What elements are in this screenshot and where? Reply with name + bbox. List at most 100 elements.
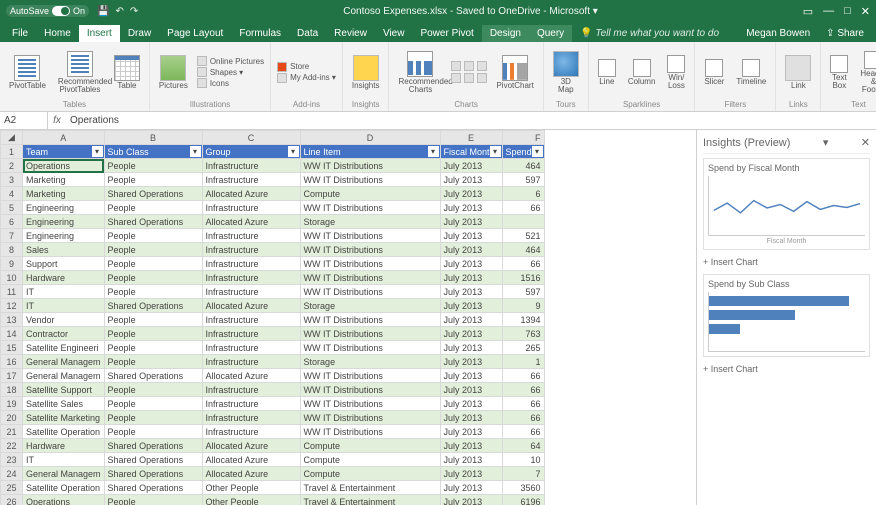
cell[interactable]: People	[104, 313, 202, 327]
cell[interactable]: 597	[502, 173, 544, 187]
cell[interactable]: Hardware	[23, 271, 105, 285]
timeline-button[interactable]: Timeline	[733, 57, 769, 88]
cell[interactable]: WW IT Distributions	[300, 159, 440, 173]
col-header-F[interactable]: F	[502, 131, 544, 145]
cell[interactable]: Compute	[300, 453, 440, 467]
table-row[interactable]: 3MarketingPeopleInfrastructureWW IT Dist…	[1, 173, 545, 187]
user-account[interactable]: Megan Bowen	[738, 25, 818, 42]
cell[interactable]: 763	[502, 327, 544, 341]
header-fiscalmonth[interactable]: Fiscal Month▾	[440, 145, 502, 159]
maximize-icon[interactable]: □	[844, 5, 851, 18]
cell[interactable]: Infrastructure	[202, 397, 300, 411]
cell[interactable]: Shared Operations	[104, 215, 202, 229]
cell[interactable]: Infrastructure	[202, 201, 300, 215]
cell[interactable]: July 2013	[440, 341, 502, 355]
cell[interactable]: People	[104, 229, 202, 243]
cell[interactable]: General Managem	[23, 467, 105, 481]
row-header-1[interactable]: 1	[1, 145, 23, 159]
cell[interactable]: 66	[502, 425, 544, 439]
cell[interactable]: Allocated Azure	[202, 369, 300, 383]
cell[interactable]: WW IT Distributions	[300, 425, 440, 439]
row-header[interactable]: 22	[1, 439, 23, 453]
cell[interactable]: Marketing	[23, 187, 105, 201]
row-header[interactable]: 6	[1, 215, 23, 229]
cell[interactable]: 1	[502, 355, 544, 369]
cell[interactable]: Other People	[202, 495, 300, 505]
store-button[interactable]: Store	[277, 62, 336, 72]
row-header[interactable]: 4	[1, 187, 23, 201]
table-row[interactable]: 10HardwarePeopleInfrastructureWW IT Dist…	[1, 271, 545, 285]
sparkline-line-button[interactable]: Line	[595, 57, 619, 88]
redo-icon[interactable]: ↷	[130, 6, 138, 17]
row-header[interactable]: 2	[1, 159, 23, 173]
table-row[interactable]: 21Satellite OperationPeopleInfrastructur…	[1, 425, 545, 439]
cell[interactable]: WW IT Distributions	[300, 271, 440, 285]
cell[interactable]: July 2013	[440, 313, 502, 327]
cell[interactable]: WW IT Distributions	[300, 201, 440, 215]
cell[interactable]: July 2013	[440, 285, 502, 299]
cell[interactable]: WW IT Distributions	[300, 383, 440, 397]
slicer-button[interactable]: Slicer	[701, 57, 727, 88]
cell[interactable]: Compute	[300, 187, 440, 201]
cell[interactable]: Compute	[300, 439, 440, 453]
row-header[interactable]: 14	[1, 327, 23, 341]
col-header-C[interactable]: C	[202, 131, 300, 145]
cell[interactable]: Engineering	[23, 201, 105, 215]
row-header[interactable]: 15	[1, 341, 23, 355]
cell[interactable]: July 2013	[440, 187, 502, 201]
pictures-button[interactable]: Pictures	[156, 53, 191, 92]
row-header[interactable]: 10	[1, 271, 23, 285]
cell[interactable]: July 2013	[440, 453, 502, 467]
cell[interactable]: 9	[502, 299, 544, 313]
cell[interactable]: Storage	[300, 355, 440, 369]
cell[interactable]: Operations	[23, 495, 105, 505]
cell[interactable]: Engineering	[23, 215, 105, 229]
cell[interactable]: Shared Operations	[104, 187, 202, 201]
cell[interactable]: People	[104, 243, 202, 257]
cell[interactable]: Shared Operations	[104, 467, 202, 481]
tab-formulas[interactable]: Formulas	[231, 25, 289, 42]
insights-button[interactable]: Insights	[349, 53, 383, 92]
cell[interactable]: Infrastructure	[202, 411, 300, 425]
tab-draw[interactable]: Draw	[120, 25, 159, 42]
online-pictures-button[interactable]: Online Pictures	[197, 56, 264, 66]
cell[interactable]: WW IT Distributions	[300, 397, 440, 411]
cell[interactable]: People	[104, 383, 202, 397]
cell[interactable]: Other People	[202, 481, 300, 495]
cell[interactable]: 597	[502, 285, 544, 299]
undo-icon[interactable]: ↶	[116, 6, 124, 17]
cell[interactable]: Shared Operations	[104, 369, 202, 383]
cell[interactable]: General Managem	[23, 369, 105, 383]
cell[interactable]: People	[104, 425, 202, 439]
cell[interactable]: 66	[502, 397, 544, 411]
row-header[interactable]: 8	[1, 243, 23, 257]
cell[interactable]: Allocated Azure	[202, 453, 300, 467]
row-header[interactable]: 3	[1, 173, 23, 187]
cell[interactable]: WW IT Distributions	[300, 257, 440, 271]
tab-pagelayout[interactable]: Page Layout	[159, 25, 231, 42]
table-row[interactable]: 16General ManagemPeopleInfrastructureSto…	[1, 355, 545, 369]
cell[interactable]: Satellite Operation	[23, 425, 105, 439]
table-row[interactable]: 4MarketingShared OperationsAllocated Azu…	[1, 187, 545, 201]
tellme-search[interactable]: Tell me what you want to do	[572, 25, 738, 42]
cell[interactable]: Infrastructure	[202, 313, 300, 327]
sparkline-column-button[interactable]: Column	[625, 57, 659, 88]
cell[interactable]: Shared Operations	[104, 299, 202, 313]
cell[interactable]: Compute	[300, 467, 440, 481]
tab-query[interactable]: Query	[529, 25, 572, 42]
cell[interactable]: Satellite Marketing	[23, 411, 105, 425]
select-all[interactable]: ◢	[1, 131, 23, 145]
cell[interactable]: Infrastructure	[202, 341, 300, 355]
myaddins-button[interactable]: My Add-ins ▾	[277, 73, 336, 83]
cell[interactable]: 64	[502, 439, 544, 453]
cell[interactable]: July 2013	[440, 271, 502, 285]
recommended-pivottables-button[interactable]: Recommended PivotTables	[55, 49, 105, 96]
cell[interactable]: Allocated Azure	[202, 299, 300, 313]
tab-design[interactable]: Design	[482, 25, 529, 42]
cell[interactable]: WW IT Distributions	[300, 369, 440, 383]
cell[interactable]: WW IT Distributions	[300, 411, 440, 425]
filter-icon[interactable]: ▾	[532, 146, 543, 157]
ribbon-options-icon[interactable]: ▭	[803, 5, 813, 18]
tab-home[interactable]: Home	[36, 25, 79, 42]
tab-view[interactable]: View	[375, 25, 413, 42]
